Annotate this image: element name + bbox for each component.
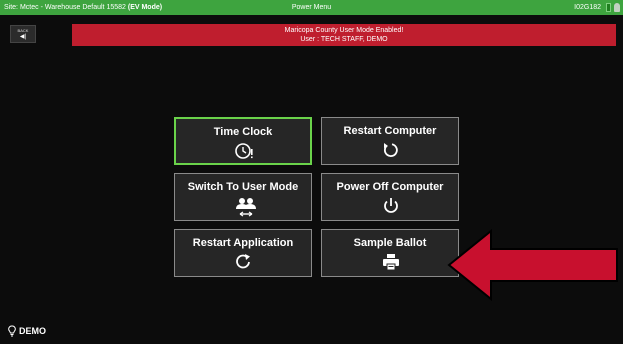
lightbulb-outline-icon xyxy=(8,325,16,337)
users-switch-icon xyxy=(236,198,256,217)
battery-icon xyxy=(606,3,611,12)
banner-line2: User : TECH STAFF, DEMO xyxy=(300,36,388,43)
time-clock-label: Time Clock xyxy=(213,126,273,138)
restart-computer-button[interactable]: Restart Computer xyxy=(321,117,459,165)
restart-application-button[interactable]: Restart Application xyxy=(174,229,312,277)
refresh-icon xyxy=(236,254,250,269)
restart-icon xyxy=(384,143,398,157)
switch-user-mode-button[interactable]: Switch To User Mode xyxy=(174,173,312,221)
restart-computer-label: Restart Computer xyxy=(343,125,437,137)
switch-user-mode-label: Switch To User Mode xyxy=(187,181,299,193)
lightbulb-icon xyxy=(614,3,620,12)
status-bar: Site: Mctec - Warehouse Default 15582 (E… xyxy=(0,0,623,15)
page-title: Power Menu xyxy=(291,4,332,11)
power-off-button[interactable]: Power Off Computer xyxy=(321,173,459,221)
demo-indicator: DEMO xyxy=(8,325,46,337)
power-off-label: Power Off Computer xyxy=(336,181,444,193)
sample-ballot-button[interactable]: Sample Ballot xyxy=(321,229,459,277)
demo-label: DEMO xyxy=(19,326,46,336)
red-arrow-annotation xyxy=(447,228,618,302)
user-mode-banner: Maricopa County User Mode Enabled! User … xyxy=(72,24,616,46)
back-button[interactable]: BACK ◀| xyxy=(10,25,36,43)
device-id: I02G182 xyxy=(574,4,601,11)
printer-icon xyxy=(383,254,399,271)
power-icon xyxy=(384,198,398,213)
sample-ballot-label: Sample Ballot xyxy=(353,237,427,249)
restart-application-label: Restart Application xyxy=(192,237,294,249)
time-clock-button[interactable]: Time Clock xyxy=(174,117,312,165)
clock-alert-icon xyxy=(235,143,253,159)
banner-line1: Maricopa County User Mode Enabled! xyxy=(284,27,404,34)
back-icon: ◀| xyxy=(19,34,27,40)
